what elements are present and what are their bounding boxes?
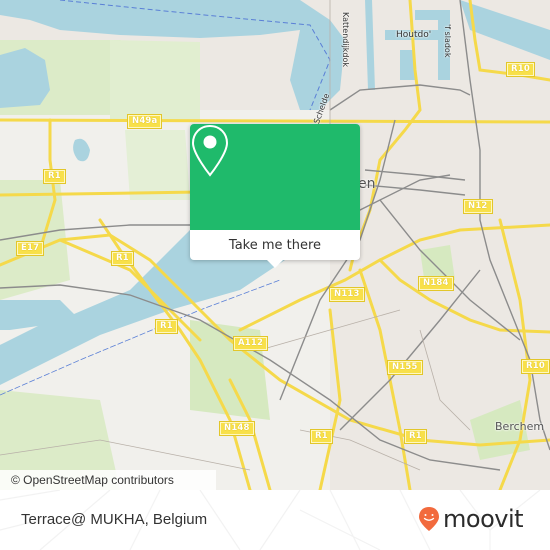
map-view[interactable]: N49a R1 E17 R1 R1 A112 N113 N148 R1 R1 N… [0, 0, 550, 490]
take-me-there-button[interactable]: Take me there [190, 230, 360, 260]
road-shield-r1: R1 [43, 169, 66, 184]
popup-pointer [267, 260, 283, 268]
place-label-kattendijkdok: Kattendijkdok [341, 12, 350, 68]
popup-header [190, 124, 360, 230]
road-shield-r1: R1 [111, 251, 134, 266]
road-shield-n184: N184 [418, 276, 454, 291]
road-shield-a112: A112 [232, 336, 269, 351]
road-shield-r10: R10 [506, 62, 535, 77]
location-popup: Take me there [190, 124, 360, 268]
road-shield-r1: R1 [155, 319, 178, 334]
road-shield-r1: R1 [310, 429, 333, 444]
place-label-houtdok: Houtdo' [396, 30, 432, 40]
moovit-wordmark: moovit [443, 505, 524, 533]
place-label-berchem: Berchem [495, 420, 545, 433]
moovit-smile-pin-icon [419, 507, 439, 531]
road-shield-r10: R10 [521, 359, 550, 374]
place-label-city: en [358, 176, 376, 192]
road-shield-n49a: N49a [126, 114, 163, 129]
road-shield-n113: N113 [329, 287, 365, 302]
moovit-logo[interactable]: moovit [418, 505, 524, 533]
road-shield-n155: N155 [387, 360, 423, 375]
place-label-ijzerlaandok: 'f sladok [443, 24, 452, 58]
road-shield-n12: N12 [463, 199, 493, 214]
footer-bar: Terrace@ MUKHA, Belgium moovit [0, 490, 550, 550]
place-name: Terrace@ MUKHA, Belgium [21, 511, 208, 528]
map-pin-icon [191, 124, 229, 177]
road-shield-r1: R1 [404, 429, 427, 444]
map-attribution[interactable]: © OpenStreetMap contributors [0, 470, 216, 490]
road-shield-e17: E17 [15, 241, 45, 256]
road-shield-n148: N148 [219, 421, 255, 436]
